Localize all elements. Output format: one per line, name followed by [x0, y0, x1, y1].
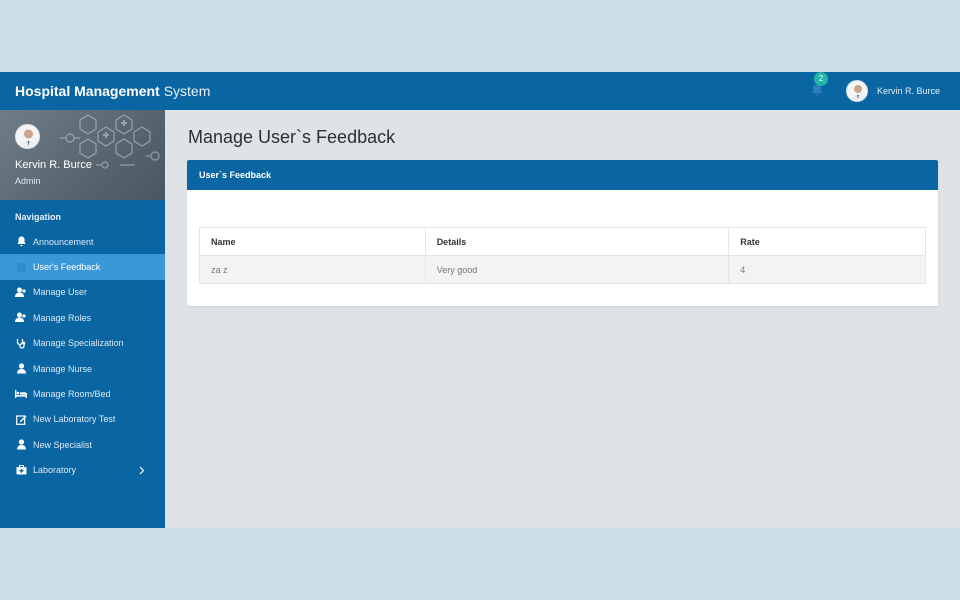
sidebar-item-label: New Laboratory Test	[33, 414, 116, 425]
sidebar: Kervin R. Burce Admin Navigation Announc…	[0, 110, 165, 528]
sidebar-item-label: Manage User	[33, 287, 88, 298]
panel-heading: User`s Feedback	[187, 160, 938, 190]
medical-pattern-icon	[60, 114, 160, 169]
medkit-icon	[15, 465, 27, 476]
user-plus-icon	[15, 287, 27, 298]
notification-badge: 2	[813, 72, 828, 86]
brand-light: System	[163, 83, 211, 99]
sidebar-item-laboratory[interactable]: Laboratory	[0, 458, 165, 483]
sidebar-item-manage-roles[interactable]: Manage Roles	[0, 305, 165, 330]
profile-role: Admin	[15, 176, 41, 186]
chevron-right-icon[interactable]	[139, 466, 145, 477]
navigation-heading: Navigation	[15, 212, 62, 222]
feedback-table: Name Details Rate za z Very good 4	[199, 227, 926, 284]
sidebar-menu: Announcement User's Feedback Manage User…	[0, 229, 165, 483]
sidebar-item-label: Announcement	[33, 236, 94, 247]
cell-name: za z	[199, 255, 426, 284]
column-header-name[interactable]: Name	[199, 227, 426, 256]
avatar[interactable]	[845, 80, 868, 102]
sidebar-item-label: Manage Roles	[33, 312, 92, 323]
notification-button[interactable]: 2	[810, 72, 828, 99]
sidebar-item-new-laboratory-test[interactable]: New Laboratory Test	[0, 407, 165, 432]
sidebar-item-manage-specialization[interactable]: Manage Specialization	[0, 331, 165, 356]
top-navbar: Hospital Management System 2 Kervin R. Bu…	[0, 72, 960, 110]
brand-bold: Hospital Management	[15, 83, 160, 99]
app-brand[interactable]: Hospital Management System	[15, 83, 210, 99]
top-right-area: 2 Kervin R. Burce	[810, 72, 940, 110]
sidebar-item-label: New Specialist	[33, 439, 93, 450]
profile-avatar[interactable]	[15, 124, 40, 149]
sidebar-item-announcement[interactable]: Announcement	[0, 229, 165, 254]
cell-details: Very good	[424, 255, 730, 284]
sidebar-item-users-feedback[interactable]: User's Feedback	[0, 254, 165, 280]
profile-card: Kervin R. Burce Admin	[0, 110, 165, 200]
feedback-panel: User`s Feedback Name Details Rate za z V…	[187, 160, 938, 306]
bell-icon	[15, 236, 27, 247]
user-icon	[15, 363, 27, 374]
sidebar-item-new-specialist[interactable]: New Specialist	[0, 432, 165, 457]
user-icon	[15, 439, 27, 450]
feedback-icon	[15, 262, 27, 273]
column-header-rate[interactable]: Rate	[728, 227, 926, 256]
sidebar-item-label: Laboratory	[33, 465, 77, 476]
table-row[interactable]: za z Very good 4	[199, 255, 926, 284]
sidebar-item-manage-room-bed[interactable]: Manage Room/Bed	[0, 381, 165, 406]
sidebar-item-manage-user[interactable]: Manage User	[0, 280, 165, 305]
stethoscope-icon	[15, 338, 27, 349]
sidebar-item-label: Manage Nurse	[33, 363, 93, 374]
sidebar-item-manage-nurse[interactable]: Manage Nurse	[0, 356, 165, 381]
sidebar-item-label: User's Feedback	[33, 262, 101, 273]
bed-icon	[15, 389, 27, 400]
sidebar-item-label: Manage Specialization	[33, 338, 124, 349]
page-title: Manage User`s Feedback	[188, 127, 396, 147]
user-plus-icon	[15, 312, 27, 323]
sidebar-item-label: Manage Room/Bed	[33, 389, 111, 400]
user-name[interactable]: Kervin R. Burce	[877, 86, 940, 96]
app-window: Hospital Management System 2 Kervin R. Bu…	[0, 72, 960, 528]
profile-name: Kervin R. Burce	[15, 159, 93, 171]
column-header-details[interactable]: Details	[424, 227, 730, 256]
edit-icon	[15, 414, 27, 425]
cell-rate: 4	[728, 255, 926, 284]
table-header-row: Name Details Rate	[199, 227, 926, 256]
main-content: Manage User`s Feedback User`s Feedback N…	[165, 110, 960, 528]
